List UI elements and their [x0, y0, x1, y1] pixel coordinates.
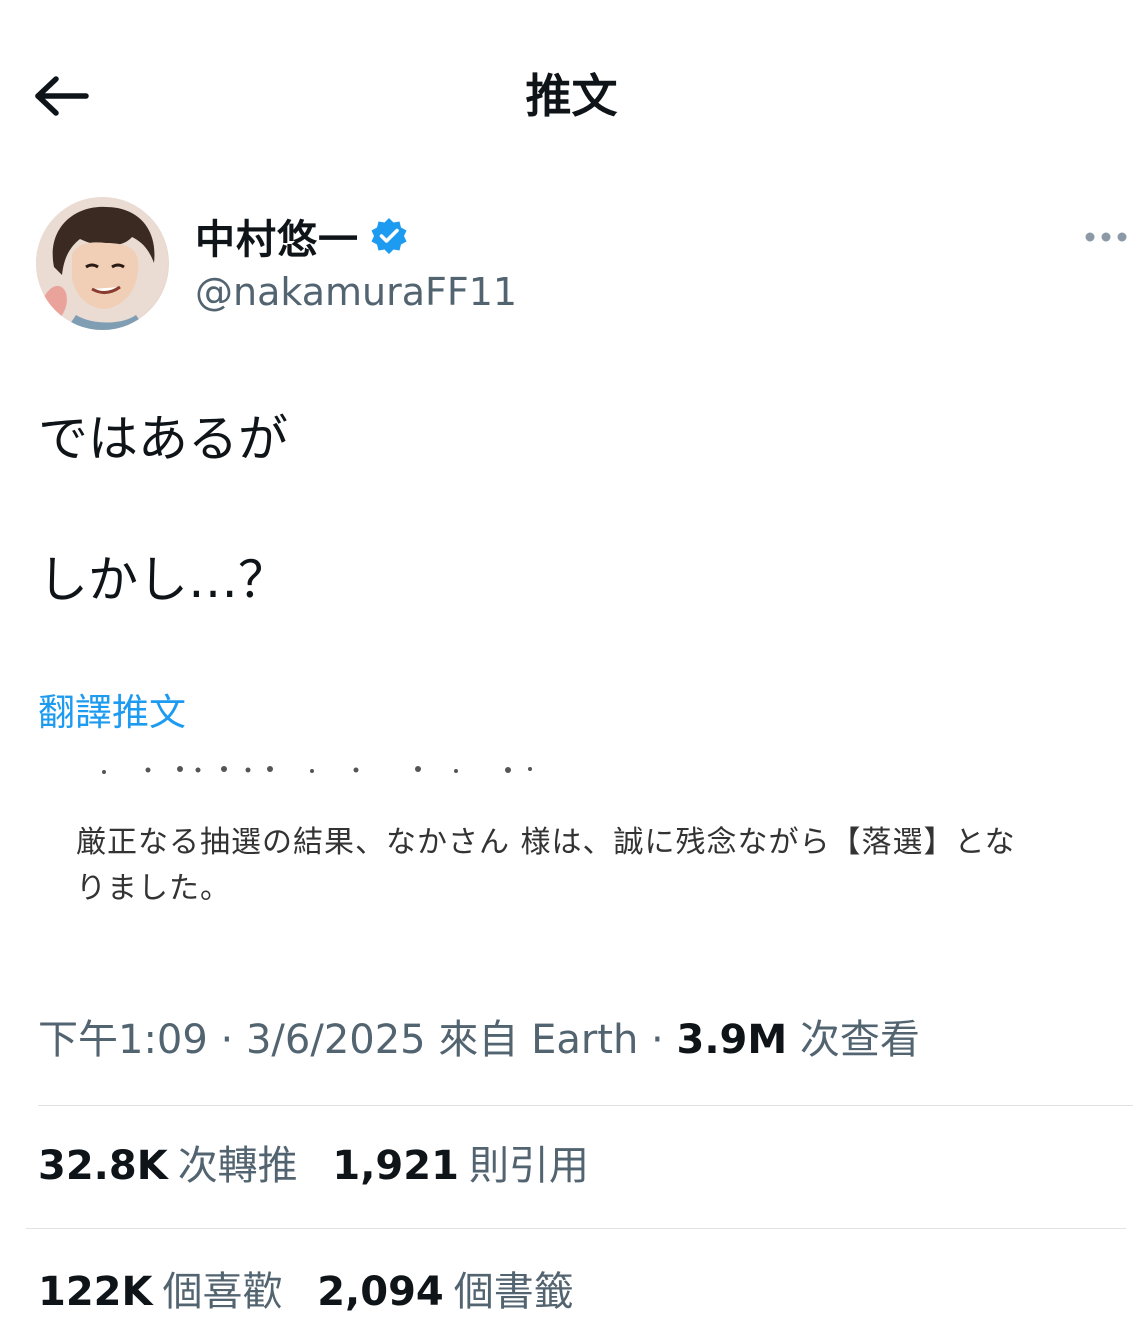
tweet-text-line-2: しかし…？ — [38, 551, 288, 609]
author-name: 中村悠一 — [195, 217, 359, 263]
bookmarks-stat[interactable]: 2,094 個書籤 — [317, 1262, 574, 1322]
meta-separator: · — [207, 1017, 246, 1063]
stats-row-likes: 122K 個喜歡 2,094 個書籤 — [38, 1262, 596, 1322]
views-count: 3.9M — [676, 1017, 788, 1063]
media-text: 厳正なる抽選の結果、なかさん 様は、誠に残念ながら【落選】とな りました。 — [76, 820, 1076, 912]
likes-count: 122K — [38, 1269, 153, 1315]
tweet-text-line-1: ではあるが — [38, 410, 288, 468]
tweet-time[interactable]: 下午1:09 — [38, 1017, 208, 1063]
media-text-line-2: りました。 — [76, 871, 231, 906]
likes-stat[interactable]: 122K 個喜歡 — [38, 1262, 283, 1322]
quotes-count: 1,921 — [332, 1143, 459, 1189]
cropped-text-remnant — [102, 766, 532, 774]
avatar-image — [36, 197, 169, 330]
tweet-meta: 下午1:09 · 3/6/2025 來自 Earth · 3.9M 次查看 — [38, 1010, 920, 1070]
views-label: 次查看 — [787, 1017, 920, 1063]
author-name-row[interactable]: 中村悠一 — [195, 208, 409, 264]
quotes-label: 則引用 — [468, 1143, 589, 1189]
stats-row-reposts: 32.8K 次轉推 1,921 則引用 — [38, 1136, 611, 1196]
meta-separator: · — [638, 1017, 677, 1063]
more-options-button[interactable] — [1080, 220, 1132, 254]
retweets-count: 32.8K — [38, 1143, 168, 1189]
top-bar: 推文 — [0, 0, 1143, 190]
bookmarks-count: 2,094 — [317, 1269, 444, 1315]
translate-tweet-link[interactable]: 翻譯推文 — [38, 688, 186, 738]
likes-label: 個喜歡 — [162, 1269, 283, 1315]
tweet-date[interactable]: 3/6/2025 — [246, 1017, 426, 1063]
page-title: 推文 — [525, 69, 618, 123]
tweet-media-image[interactable]: 厳正なる抽選の結果、なかさん 様は、誠に残念ながら【落選】とな りました。 — [38, 752, 1103, 964]
divider — [26, 1228, 1126, 1229]
divider — [38, 1105, 1133, 1106]
avatar[interactable] — [36, 197, 169, 330]
retweets-stat[interactable]: 32.8K 次轉推 — [38, 1136, 298, 1196]
tweet-source: 來自 Earth — [425, 1017, 639, 1063]
retweets-label: 次轉推 — [177, 1143, 298, 1189]
verified-badge-icon — [371, 218, 407, 254]
author-handle[interactable]: @nakamuraFF11 — [195, 266, 517, 318]
media-text-line-1: 厳正なる抽選の結果、なかさん 様は、誠に残念ながら【落選】とな — [76, 825, 1016, 860]
more-horizontal-icon — [1085, 232, 1127, 242]
bookmarks-label: 個書籤 — [453, 1269, 574, 1315]
quotes-stat[interactable]: 1,921 則引用 — [332, 1136, 589, 1196]
